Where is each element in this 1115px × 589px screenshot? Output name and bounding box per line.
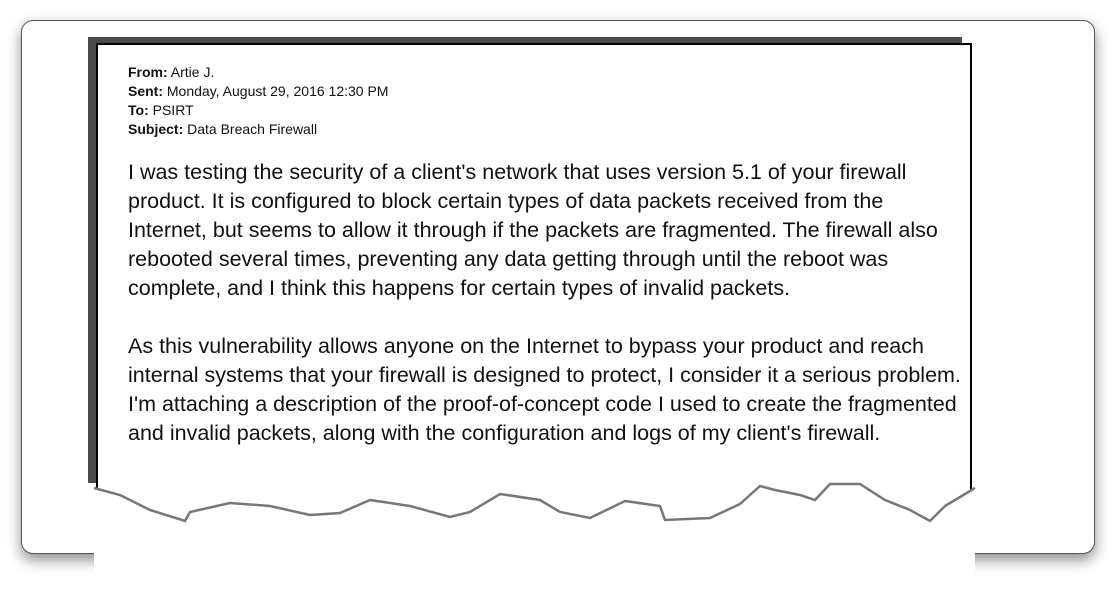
body-paragraph: I was testing the security of a client's…	[128, 160, 938, 300]
email-body: I was testing the security of a client's…	[128, 158, 968, 448]
subject-value: Data Breach Firewall	[187, 121, 318, 137]
sent-label: Sent:	[128, 83, 163, 99]
from-label: From:	[128, 64, 168, 80]
body-paragraph: As this vulnerability allows anyone on t…	[128, 334, 961, 445]
to-label: To:	[128, 102, 149, 118]
email-document: From: Artie J. Sent: Monday, August 29, …	[96, 43, 972, 523]
subject-row: Subject: Data Breach Firewall	[128, 120, 388, 139]
to-row: To: PSIRT	[128, 101, 388, 120]
sent-row: Sent: Monday, August 29, 2016 12:30 PM	[128, 82, 388, 101]
email-headers: From: Artie J. Sent: Monday, August 29, …	[128, 63, 388, 139]
subject-label: Subject:	[128, 121, 184, 137]
sent-value: Monday, August 29, 2016 12:30 PM	[166, 83, 389, 99]
from-value: Artie J.	[170, 64, 215, 80]
from-row: From: Artie J.	[128, 63, 388, 82]
to-value: PSIRT	[152, 102, 194, 118]
